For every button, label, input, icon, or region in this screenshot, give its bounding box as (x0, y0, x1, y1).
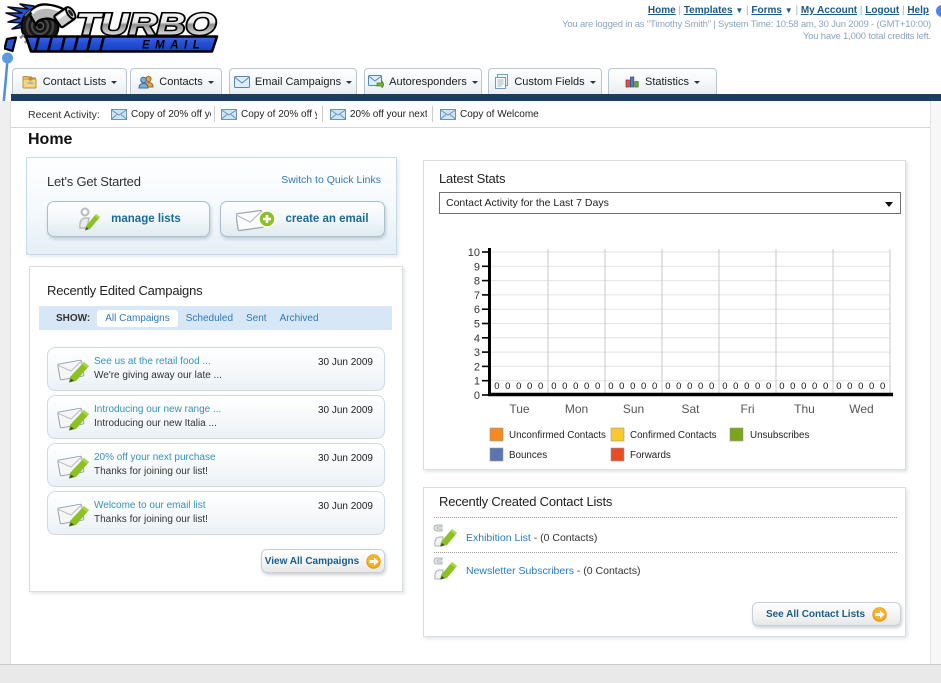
svg-text:0 0 0 0 0: 0 0 0 0 0 (608, 381, 658, 392)
svg-text:7: 7 (474, 290, 480, 302)
svg-text:Fri: Fri (741, 402, 755, 416)
svg-text:6: 6 (474, 304, 480, 316)
svg-text:Wed: Wed (849, 402, 873, 416)
svg-text:0: 0 (474, 390, 480, 402)
svg-text:5: 5 (474, 319, 480, 331)
svg-text:Tue: Tue (509, 402, 530, 416)
svg-text:Sat: Sat (681, 402, 700, 416)
svg-text:Mon: Mon (565, 402, 588, 416)
svg-text:0 0 0 0 0: 0 0 0 0 0 (665, 381, 715, 392)
svg-text:0 0 0 0 0: 0 0 0 0 0 (551, 381, 601, 392)
svg-text:Sun: Sun (623, 402, 644, 416)
svg-text:2: 2 (474, 361, 480, 373)
svg-text:0 0 0 0 0: 0 0 0 0 0 (494, 381, 544, 392)
svg-text:Thu: Thu (794, 402, 815, 416)
svg-text:9: 9 (474, 261, 480, 273)
svg-text:Unsubscribes: Unsubscribes (750, 430, 809, 441)
svg-text:Unconfirmed Contacts: Unconfirmed Contacts (509, 430, 606, 441)
svg-text:10: 10 (468, 247, 480, 259)
svg-text:Confirmed Contacts: Confirmed Contacts (630, 430, 717, 441)
svg-text:Forwards: Forwards (630, 450, 671, 461)
svg-text:1: 1 (474, 376, 480, 388)
svg-text:Bounces: Bounces (509, 450, 547, 461)
svg-text:0 0 0 0 0: 0 0 0 0 0 (722, 381, 772, 392)
svg-text:0 0 0 0 0: 0 0 0 0 0 (779, 381, 829, 392)
svg-text:EMAIL: EMAIL (142, 40, 205, 52)
svg-text:4: 4 (474, 333, 480, 345)
svg-text:0 0 0 0 0: 0 0 0 0 0 (836, 381, 886, 392)
svg-text:8: 8 (474, 276, 480, 288)
svg-text:3: 3 (474, 347, 480, 359)
